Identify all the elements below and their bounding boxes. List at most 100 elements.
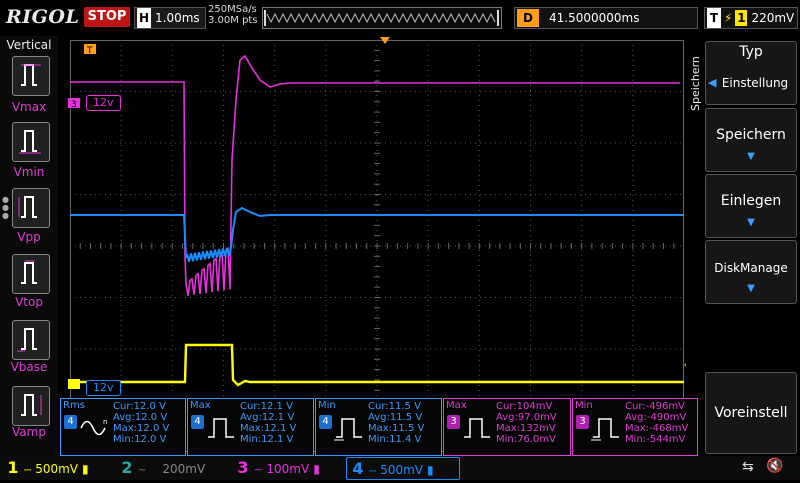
measurement-min: Min:76.0mV [496, 434, 556, 445]
timebase-display[interactable]: H 1.00ms [134, 7, 206, 29]
measurement-name: Max [446, 400, 467, 411]
type-softkey-title: Typ [739, 44, 763, 60]
load-softkey[interactable]: Einlegen ▼ [705, 174, 797, 238]
measurement-channel: 4 [319, 415, 332, 429]
vamp-icon [21, 394, 42, 416]
dc-coupling-icon: ⎓ [24, 466, 32, 476]
measurement-item[interactable]: Max 3 Cur:104mV Avg:97.0mV Max:132mV Min… [443, 398, 571, 456]
channel-scale: 500mV [380, 463, 423, 477]
load-softkey-title: Einlegen [720, 193, 782, 209]
vtop-button[interactable] [12, 254, 50, 294]
vmax-icon [21, 64, 41, 86]
trigger-channel: 1 [735, 10, 748, 26]
arrow-down-icon: ▼ [747, 151, 755, 162]
vpp-button[interactable] [12, 188, 50, 228]
vtop-icon [21, 260, 37, 284]
ac-coupling-icon: ~ [254, 465, 263, 476]
measurement-name: Max [190, 400, 211, 411]
vmin-label: Vmin [13, 165, 45, 179]
vbase-button[interactable] [12, 320, 50, 360]
rms-wave-icon: n [80, 418, 107, 436]
measurement-avg: Avg:97.0mV [496, 412, 557, 423]
timebase-key: H [137, 8, 151, 28]
measurement-max: Max:11.5 V [368, 423, 425, 434]
channel-2-tab[interactable]: 2 ~200mV [116, 457, 228, 478]
measure-panel-title: Vertical [6, 38, 52, 52]
measurement-min: Min:11.4 V [368, 434, 422, 445]
vbase-label: Vbase [10, 360, 48, 374]
svg-text:T: T [86, 46, 93, 54]
measurement-avg: Avg:11.5 V [368, 412, 423, 423]
pulse-max-icon [464, 418, 490, 438]
measurement-cur: Cur:104mV [496, 401, 553, 412]
channel-4-tab[interactable]: 4 ⎓ 500mV ▮ [346, 457, 460, 480]
ch3-offset-marker-icon[interactable]: 3 [68, 98, 80, 108]
measurement-name: Min [575, 400, 593, 411]
waveform-display[interactable] [70, 40, 684, 452]
delay-display[interactable]: D 41.5000000ms [514, 7, 698, 29]
measurement-cur: Cur:-496mV [625, 401, 685, 412]
acquisition-info: 250MSa/s 3.00M pts [208, 4, 258, 26]
arrow-down-icon: ▼ [747, 217, 755, 228]
channel-1-tab[interactable]: 1 ⎓ 500mV ▮ [2, 457, 112, 478]
disk-manage-softkey[interactable]: DiskManage ▼ [705, 240, 797, 304]
run-stop-status[interactable]: STOP [84, 7, 130, 27]
ch4-trace [70, 206, 684, 262]
channel-number: 1 [7, 458, 19, 477]
vmin-icon [19, 130, 41, 154]
pulse-min-icon [591, 418, 619, 441]
arrow-down-icon: ▼ [747, 283, 755, 294]
battery-icon: ▮ [313, 462, 320, 476]
measurement-item[interactable]: Max 4 Cur:12.1 V Avg:12.1 V Max:12.1 V M… [187, 398, 314, 456]
channel-number: 2 [121, 458, 133, 477]
ch4-label: 12v [86, 380, 121, 396]
trigger-level: 220mV [751, 11, 795, 25]
vamp-button[interactable] [12, 386, 50, 426]
usb-icon: ⇆ [742, 459, 754, 475]
measurement-max: Max:12.1 V [240, 423, 297, 434]
trigger-display[interactable]: T ⚡ 1 220mV [704, 7, 798, 29]
vamp-label: Vamp [12, 425, 46, 439]
default-setup-softkey[interactable]: Voreinstell [705, 372, 797, 454]
measurement-avg: Avg:12.1 V [240, 412, 295, 423]
brand-logo: RIGOL [6, 6, 80, 28]
ch3-label: 12v [86, 95, 121, 111]
measurement-item[interactable]: Min 4 Cur:11.5 V Avg:11.5 V Max:11.5 V M… [315, 398, 442, 456]
speaker-mute-icon[interactable]: 🔇 [766, 458, 783, 474]
memory-depth: 3.00M pts [208, 15, 258, 26]
measurement-max: Max:-468mV [625, 423, 689, 434]
type-softkey[interactable]: Typ ◀ Einstellung [705, 41, 797, 105]
svg-text:3: 3 [71, 100, 77, 108]
vpp-icon [18, 196, 37, 218]
sample-rate: 250MSa/s [208, 4, 257, 15]
measurement-channel: 4 [64, 415, 77, 429]
measurement-min: Min:12.1 V [240, 434, 294, 445]
type-softkey-value: Einstellung [721, 76, 789, 90]
measurement-name: Min [318, 400, 336, 411]
delay-key: D [517, 9, 539, 27]
channel-number: 3 [237, 458, 249, 477]
channel-3-tab[interactable]: 3 ~100mV ▮ [232, 457, 342, 478]
pulse-max-icon [208, 418, 234, 438]
battery-icon: ▮ [82, 462, 89, 476]
measurement-item[interactable]: Rms 4 n Cur:12.0 V Avg:12.0 V Max:12.0 V… [60, 398, 186, 456]
vmin-button[interactable] [12, 122, 50, 162]
measurement-channel: 3 [447, 415, 460, 429]
measurement-max: Max:12.0 V [113, 423, 170, 434]
disk-manage-softkey-title: DiskManage [714, 261, 788, 275]
memory-overview-bar[interactable] [262, 7, 502, 29]
vmax-button[interactable] [12, 56, 50, 96]
delay-value: 41.5000000ms [549, 11, 640, 25]
measurement-item[interactable]: Min 3 Cur:-496mV Avg:-490mV Max:-468mV M… [572, 398, 698, 456]
trigger-position-icon[interactable] [380, 37, 390, 45]
channel-number: 4 [352, 459, 364, 478]
measurement-cur: Cur:12.0 V [113, 401, 166, 412]
measurement-channel: 4 [191, 415, 204, 429]
ch1-offset-marker-icon[interactable] [68, 379, 80, 389]
panel-page-dots-icon: ● ● ● [2, 195, 9, 220]
pulse-min-icon [334, 418, 362, 441]
battery-icon: ▮ [427, 463, 434, 477]
save-softkey[interactable]: Speichern ▼ [705, 108, 797, 172]
measurement-min: Min:12.0 V [113, 434, 167, 445]
dc-coupling-icon: ⎓ [369, 467, 377, 477]
